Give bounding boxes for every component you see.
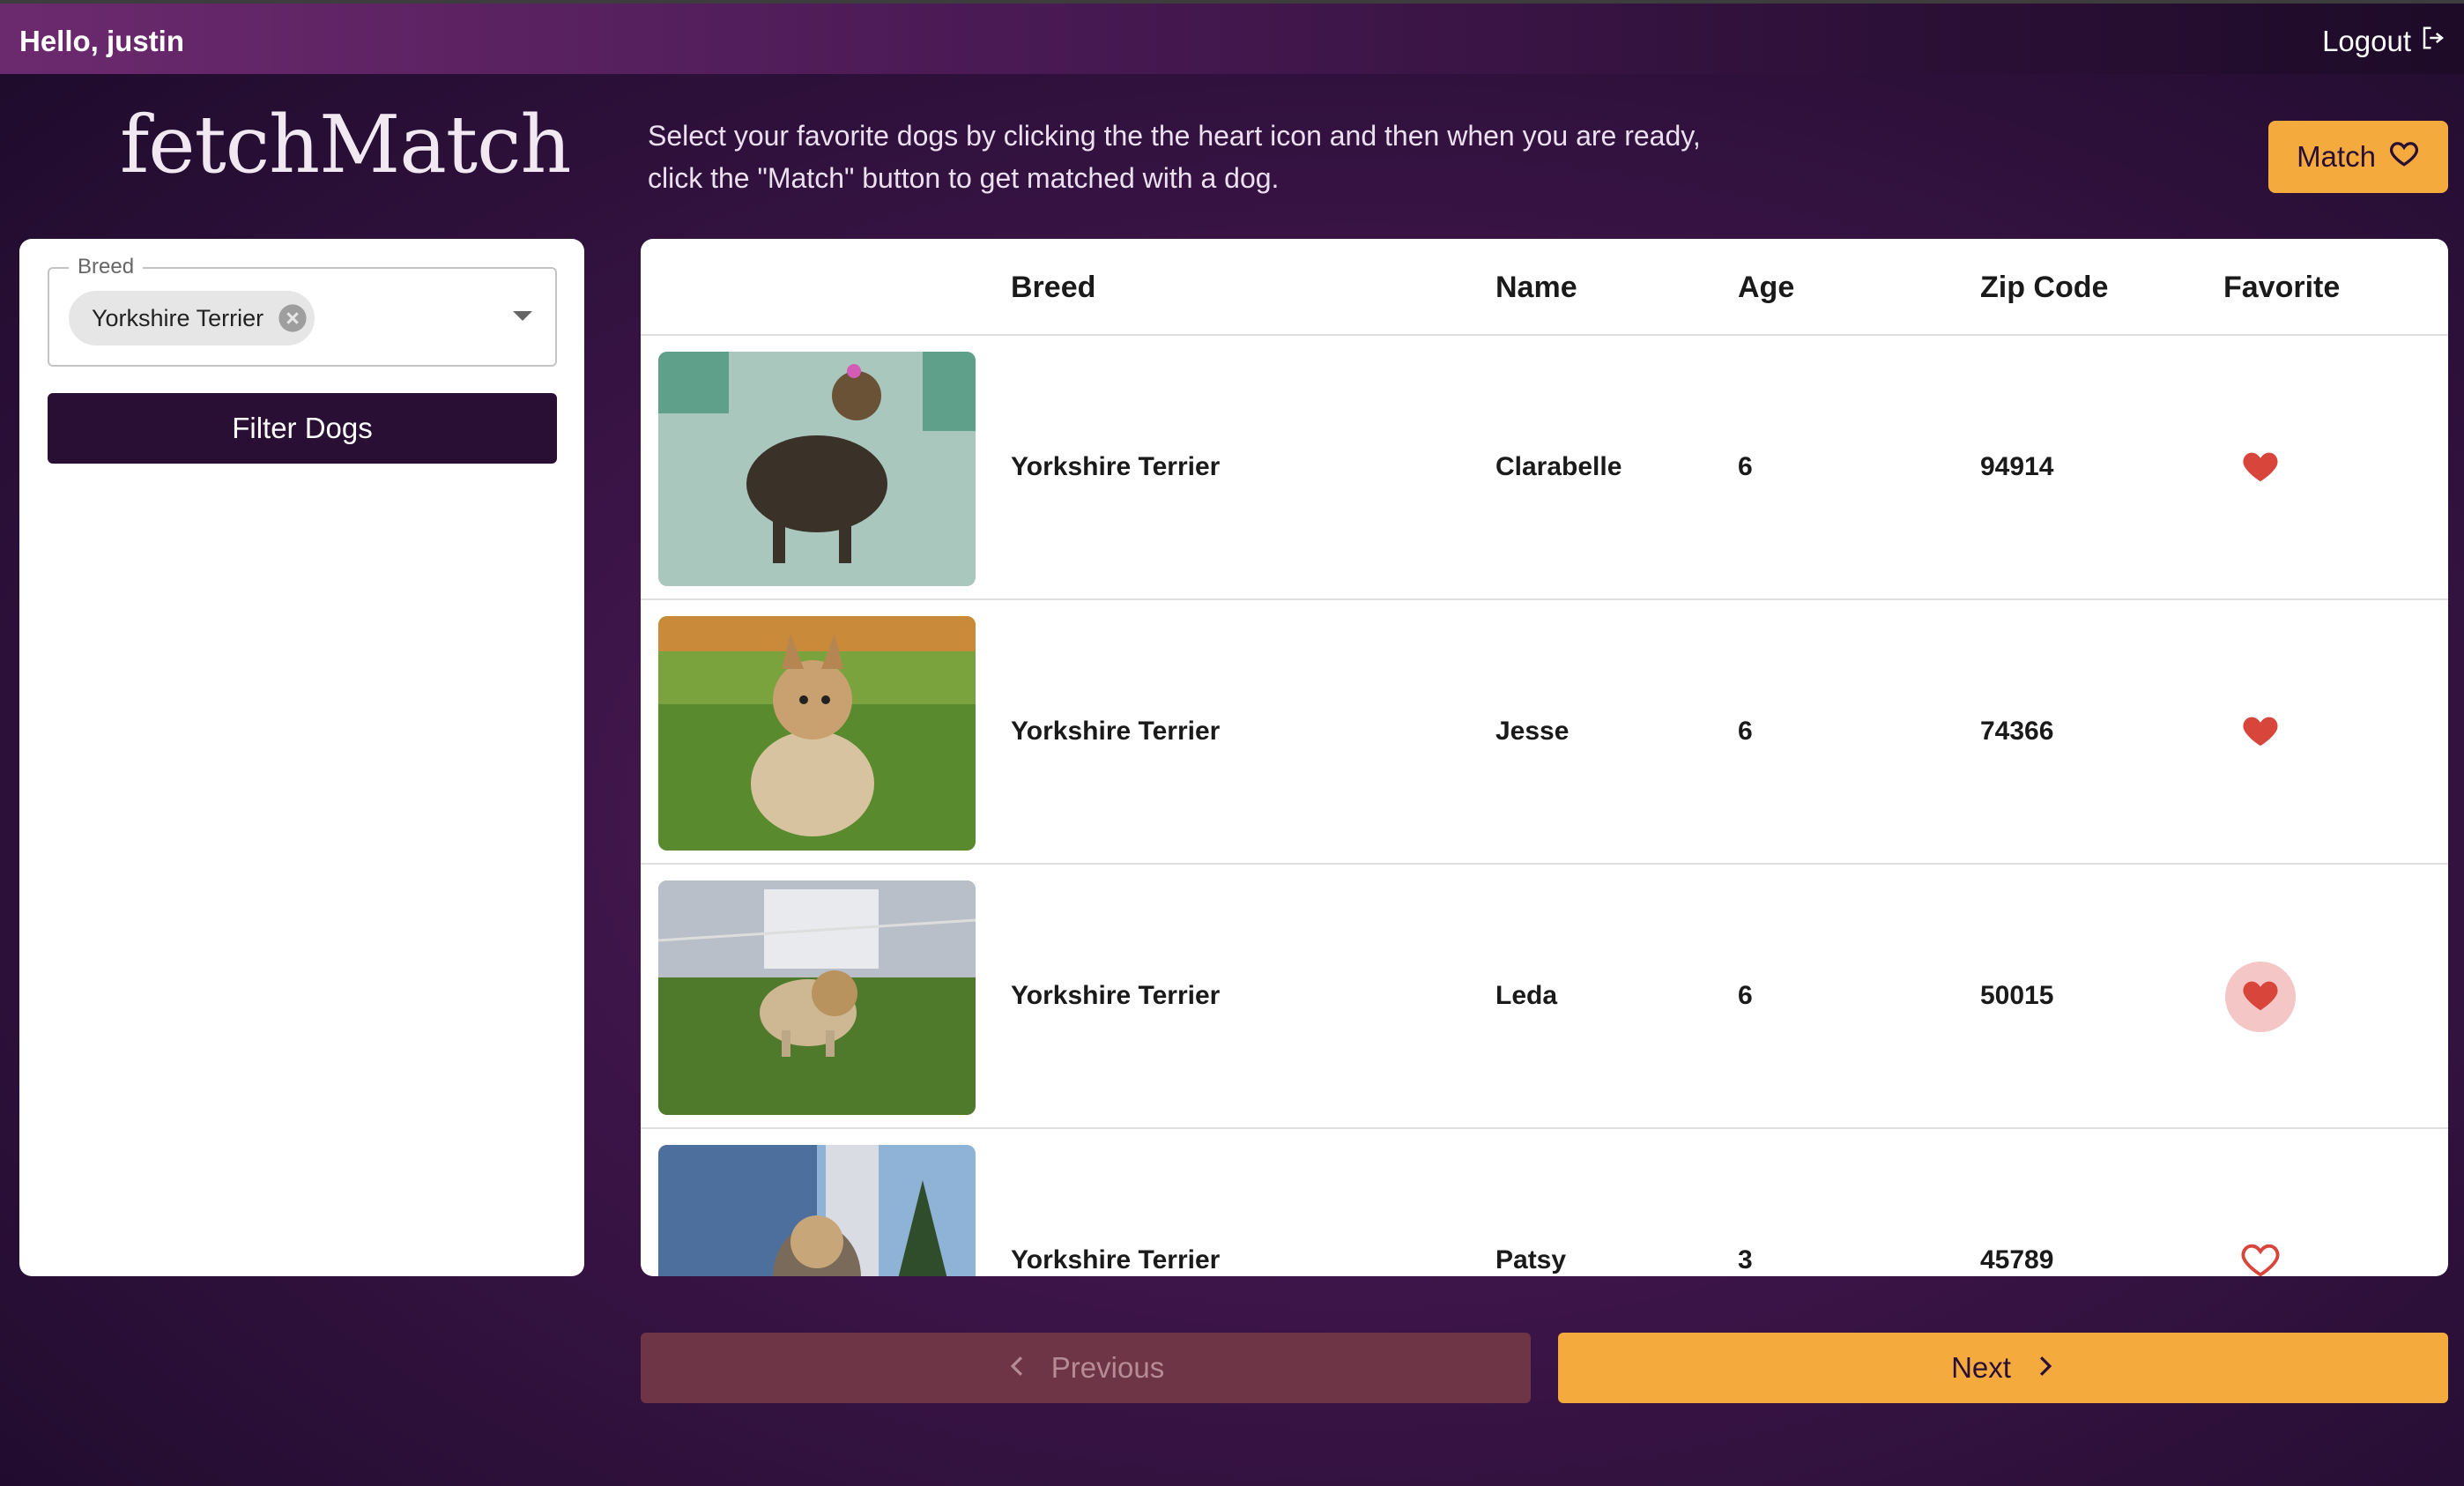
dog-age: 3 [1738,1245,1753,1274]
favorite-toggle[interactable] [2225,697,2296,768]
dog-name: Patsy [1495,1245,1567,1274]
dog-breed: Yorkshire Terrier [1011,717,1221,746]
dog-zip: 45789 [1980,1245,2054,1274]
table-row: Yorkshire Terrier Leda 6 50015 [641,865,2448,1129]
dog-name: Leda [1495,981,1558,1010]
previous-label: Previous [1050,1351,1165,1384]
dog-photo [658,880,976,1115]
table-row: Yorkshire Terrier Clarabelle 6 94914 [641,336,2448,600]
favorite-toggle[interactable] [2225,433,2296,503]
column-header-age: Age [1738,271,1795,304]
dog-breed: Yorkshire Terrier [1011,981,1221,1010]
filter-dogs-button[interactable]: Filter Dogs [48,393,557,464]
heart-filled-icon [2240,446,2281,491]
column-header-breed: Breed [1011,271,1096,304]
heart-outline-icon [2240,1239,2281,1277]
app-logo: fetchMatch [120,99,571,191]
dog-zip: 74366 [1980,717,2054,746]
breed-select[interactable]: Breed Yorkshire Terrier [48,255,557,367]
next-page-button[interactable]: Next [1558,1333,2448,1403]
chevron-left-icon [1007,1351,1027,1385]
dogs-table: Breed Name Age Zip Code Favorite Yorkshi… [641,239,2448,1276]
chevron-right-icon [2036,1351,2055,1385]
table-row: Yorkshire Terrier Patsy 3 45789 [641,1129,2448,1276]
logout-icon [2420,25,2446,58]
match-button-label: Match [2297,140,2376,173]
favorite-toggle[interactable] [2225,1226,2296,1276]
table-row: Yorkshire Terrier Jesse 6 74366 [641,600,2448,865]
heart-filled-icon [2240,975,2281,1020]
dog-zip: 94914 [1980,452,2054,481]
column-header-zip: Zip Code [1980,271,2109,304]
dog-photo [658,616,976,851]
column-header-name: Name [1495,271,1577,304]
breed-chip: Yorkshire Terrier [69,291,315,345]
breed-select-label: Breed [69,255,144,279]
logout-button[interactable]: Logout [2322,25,2446,58]
dog-breed: Yorkshire Terrier [1011,1245,1221,1274]
breed-chip-label: Yorkshire Terrier [92,304,264,331]
clear-chip-icon[interactable] [276,301,309,335]
dog-age: 6 [1738,452,1753,481]
dog-photo [658,352,976,586]
previous-page-button[interactable]: Previous [641,1333,1531,1403]
dog-age: 6 [1738,717,1753,746]
dog-photo [658,1145,976,1276]
dropdown-arrow-icon[interactable] [513,311,532,321]
heart-outline-icon [2388,137,2420,176]
table-header: Breed Name Age Zip Code Favorite [641,239,2448,336]
top-bar: Hello, justin Logout [0,0,2464,74]
heart-filled-icon [2240,710,2281,755]
logout-label: Logout [2322,25,2411,57]
filter-sidebar: Breed Yorkshire Terrier Filter Dogs [19,239,584,1276]
user-greeting: Hello, justin [19,25,185,57]
column-header-favorite: Favorite [2223,271,2341,304]
dog-name: Jesse [1495,717,1570,746]
dog-name: Clarabelle [1495,452,1622,481]
dog-zip: 50015 [1980,981,2054,1010]
favorite-toggle[interactable] [2225,962,2296,1032]
match-button[interactable]: Match [2268,121,2448,193]
instructions-text: Select your favorite dogs by clicking th… [648,120,1701,194]
dog-breed: Yorkshire Terrier [1011,452,1221,481]
dog-age: 6 [1738,981,1753,1010]
next-label: Next [1951,1351,2011,1384]
